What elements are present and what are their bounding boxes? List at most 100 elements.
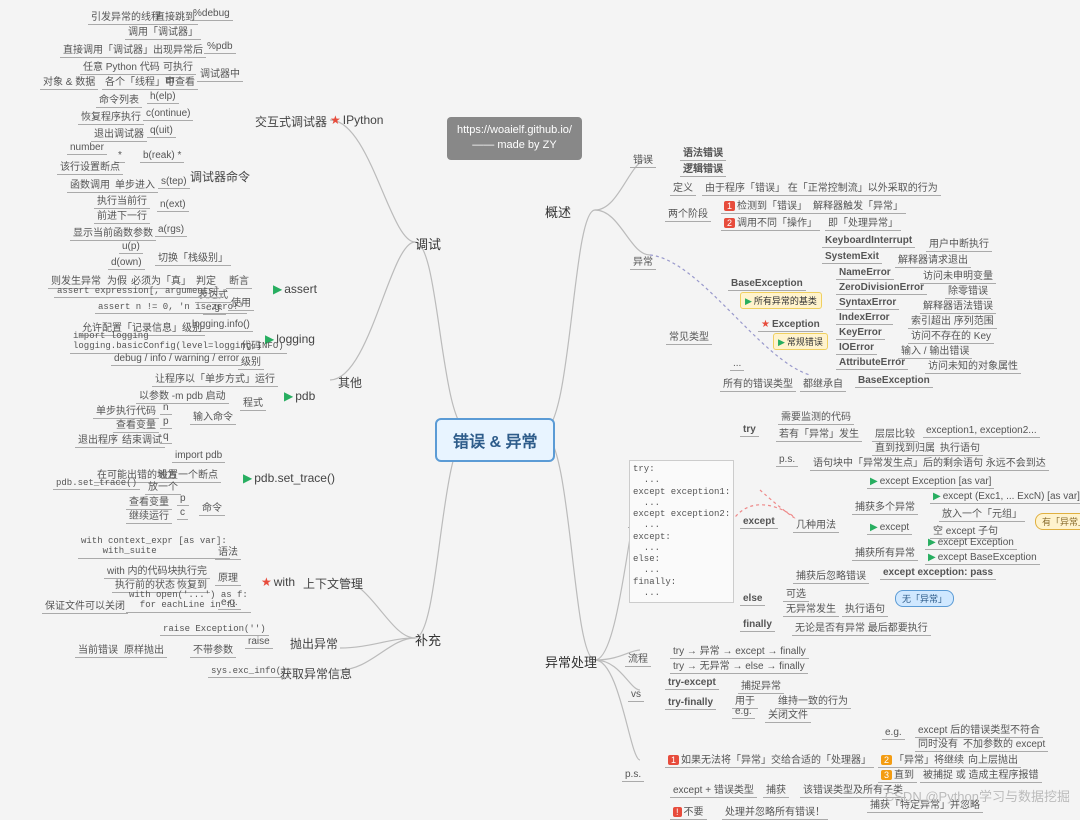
leaf: import pdb [172,449,225,463]
flag-icon: ▶ [928,537,936,548]
leaf: b(reak) * [140,149,184,163]
node-settrace: ▶pdb.set_trace() [243,471,335,485]
leaf: AttributeError [836,356,908,370]
leaf: raise [245,635,273,649]
watermark: CSDN @Python学习与数据挖掘 [885,786,1070,805]
leaf: raise Exception('') [160,623,269,636]
node-interactive: 交互式调试器 [255,113,327,130]
node-with: ★with [261,575,295,589]
leaf: 该行设置断点 [57,157,123,175]
leaf: 流程 [625,649,651,667]
flag-icon: ▶ [933,491,941,502]
leaf: 输入命令 [190,407,236,425]
leaf: 无论是否有异常 最后都要执行 [792,618,931,636]
flag-icon: ▶ [778,337,785,347]
header-badge: https://woaielf.github.io/—— made by ZY [447,117,582,160]
leaf: 让程序以「单步方式」运行 [152,369,278,387]
branch-overview: 概述 [545,202,571,221]
leaf: p [177,492,189,506]
leaf: d(own) [108,256,145,270]
leaf: 异常 [630,252,656,270]
node-ipython: ★IPython [330,113,383,127]
flag-icon: ▶ [870,476,878,487]
leaf: ... [730,357,744,371]
leaf: debug / info / warning / error [111,352,242,366]
leaf: 若有「异常」发生 [776,424,862,442]
leaf: IndexError [836,311,893,325]
leaf: e.g. [882,726,905,740]
leaf: with open('...') as f: for eachLine in f… [126,590,251,613]
leaf: 恢复程序执行 [78,107,144,125]
leaf: 可查看 [162,72,198,90]
leaf: 无异常发生 [783,599,839,617]
badge-num: 2 [881,755,892,765]
leaf: 逻辑错误 [680,159,726,177]
leaf: ▶except (Exc1, ... ExcN) [as var] [930,490,1080,504]
leaf: 2调用不同「操作」 [721,213,820,231]
leaf: with context_expr [as var]: with_suite [78,536,230,559]
trycode: try: ...except exception1: ...except exc… [629,460,734,603]
leaf: 命令列表 [96,90,142,108]
leaf: 捕获后忽略错误 [793,566,869,584]
leaf: 显示当前函数参数 [70,223,156,241]
leaf: 对象 & 数据 [40,72,98,90]
leaf: c(ontinue) [143,107,193,121]
leaf: NameError [836,266,894,280]
leaf: else [740,592,765,606]
leaf: 调试器中 [197,64,243,82]
leaf: BaseException [855,374,933,388]
leaf: 保证文件可以关闭 [42,596,128,614]
leaf: a(rgs) [155,223,187,237]
flag-icon: ▶ [745,296,752,306]
star-icon: ★ [261,575,272,589]
node-dbgcmd: 调试器命令 [190,168,250,185]
leaf: 1检测到「错误」 [721,196,810,214]
leaf: 命令 [199,498,225,516]
leaf: 所有的错误类型 [720,374,796,392]
flag-icon: ▶ [928,552,936,563]
leaf: 继续运行 [126,506,172,524]
leaf: try-finally [665,696,716,710]
leaf: pdb.set_trace() [53,477,140,490]
leaf: 结束调试 [119,430,165,448]
leaf: 被捕捉 或 造成主程序报错 [920,765,1042,783]
node-ctxmgr: 上下文管理 [303,575,363,592]
leaf: KeyError [836,326,885,340]
leaf: 需要监测的代码 [778,407,854,425]
leaf: number [67,141,107,155]
node-pdb: ▶pdb [284,389,315,403]
branch-debug: 调试 [415,234,441,253]
node-raiseex: 抛出异常 [290,635,338,652]
leaf: 两个阶段 [665,204,711,222]
leaf: ▶except Exception [925,536,1017,550]
leaf: 调用「调试器」 [125,22,201,40]
flag-icon: ▶ [243,471,252,485]
leaf: ▶except [867,521,912,535]
leaf: ★Exception [758,318,823,332]
leaf: SystemExit [822,250,882,264]
leaf: 由于程序「错误」 在「正常控制流」以外采取的行为 [702,178,941,196]
star-icon: ★ [761,319,770,330]
leaf: 当前错误 [75,640,121,658]
leaf: p.s. [776,453,798,467]
leaf: e.g. [732,705,755,719]
flag-icon: ▶ [870,522,878,533]
badge-num: 3 [881,770,892,780]
leaf: 捕获多个异常 [852,497,918,515]
leaf: 捕获 [763,780,789,798]
leaf: p [160,415,172,429]
leaf: 原样抛出 [121,640,167,658]
leaf: except [740,515,778,529]
leaf: c [177,506,188,520]
leaf: 程式 [240,393,266,411]
leaf: 直接调用「调试器」 [60,40,156,58]
leaf: except exception: pass [880,566,996,580]
leaf: SyntaxError [836,296,899,310]
leaf: 退出调试器 [91,124,147,142]
leaf: 错误 [630,150,656,168]
leaf: 处理并忽略所有错误！ [722,802,828,820]
leaf: exception1, exception2... [923,424,1040,438]
badge-num: 1 [724,201,735,211]
leaf: sys.exc_info() [208,665,290,678]
leaf: assert n != 0, 'n is zero!' [95,301,247,314]
